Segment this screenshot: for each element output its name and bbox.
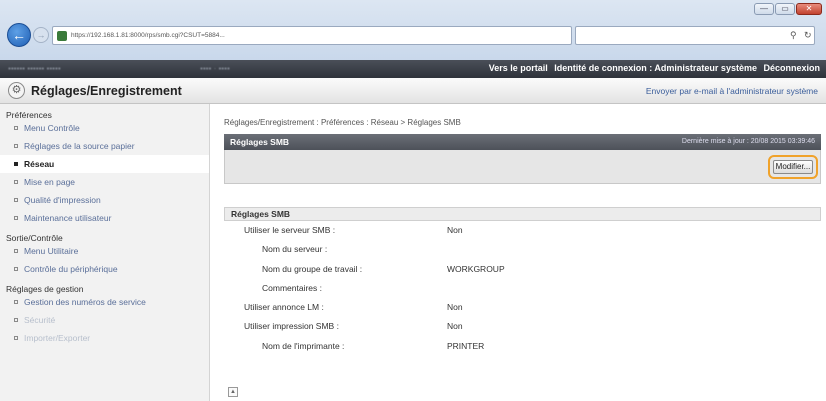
sidebar-item-label: Menu Utilitaire bbox=[24, 246, 79, 256]
sidebar-item-label: Sécurité bbox=[24, 315, 56, 325]
close-button[interactable]: ✕ bbox=[796, 3, 822, 15]
sidebar-item-label: Contrôle du périphérique bbox=[24, 264, 118, 274]
setting-value: PRINTER bbox=[447, 340, 485, 351]
bullet-icon bbox=[14, 335, 18, 340]
modify-highlight: Modifier... bbox=[768, 155, 818, 179]
setting-label: Utiliser le serveur SMB : bbox=[244, 225, 336, 235]
address-controls[interactable]: ⚲ ↻ bbox=[575, 26, 815, 45]
setting-row-printer-name: Nom de l'imprimante : PRINTER bbox=[224, 337, 821, 356]
bullet-icon bbox=[14, 317, 18, 322]
sidebar: Préférences Menu Contrôle Réglages de la… bbox=[0, 104, 210, 401]
sidebar-item-reseau[interactable]: Réseau bbox=[0, 155, 209, 173]
bullet-icon bbox=[14, 248, 18, 253]
setting-label: Nom de l'imprimante : bbox=[262, 340, 345, 351]
browser-chrome: — ▭ ✕ ← → https://192.168.1.81:8000/rps/… bbox=[0, 0, 826, 60]
maximize-button[interactable]: ▭ bbox=[775, 3, 795, 15]
sidebar-section-sortie-controle: Sortie/Contrôle bbox=[6, 233, 63, 243]
breadcrumb: Réglages/Enregistrement : Préférences : … bbox=[224, 118, 461, 127]
site-favicon-icon bbox=[57, 31, 67, 41]
sidebar-item-label: Qualité d'impression bbox=[24, 195, 101, 205]
sidebar-item-mise-en-page[interactable]: Mise en page bbox=[0, 173, 209, 191]
sidebar-item-menu-utilitaire[interactable]: Menu Utilitaire bbox=[0, 242, 209, 260]
sidebar-item-label: Mise en page bbox=[24, 177, 76, 187]
page-title: Réglages/Enregistrement bbox=[31, 84, 182, 98]
bullet-icon bbox=[14, 197, 18, 202]
sidebar-item-label: Maintenance utilisateur bbox=[24, 213, 112, 223]
bullet-icon bbox=[14, 215, 18, 220]
portal-link[interactable]: Vers le portail bbox=[489, 63, 548, 73]
section-title: Réglages SMB bbox=[224, 207, 821, 221]
setting-label: Utiliser impression SMB : bbox=[244, 321, 339, 332]
setting-row-server-name: Nom du serveur : bbox=[224, 240, 821, 259]
main-content: Réglages/Enregistrement : Préférences : … bbox=[219, 104, 821, 401]
settings-list: Utiliser le serveur SMB : Non Nom du ser… bbox=[224, 221, 821, 356]
bullet-icon bbox=[14, 266, 18, 271]
panel-header: Réglages SMB Dernière mise à jour : 20/0… bbox=[224, 134, 821, 150]
device-name-blurred: ▪▪▪▪▪▪ ▪▪▪▪▪▪ ▪▪▪▪▪ bbox=[8, 64, 61, 73]
bullet-icon bbox=[14, 125, 18, 130]
sidebar-item-securite[interactable]: Sécurité bbox=[0, 311, 209, 329]
setting-row-workgroup: Nom du groupe de travail : WORKGROUP bbox=[224, 260, 821, 279]
login-id-label: Identité de connexion : Administrateur s… bbox=[554, 63, 757, 73]
back-button[interactable]: ← bbox=[7, 23, 31, 47]
sidebar-item-label: Importer/Exporter bbox=[24, 333, 91, 343]
last-updated: Dernière mise à jour : 20/08 2015 03:39:… bbox=[681, 138, 815, 145]
sidebar-item-source-papier[interactable]: Réglages de la source papier bbox=[0, 137, 209, 155]
setting-row-lm-announce: Utiliser annonce LM : Non bbox=[224, 298, 821, 317]
device-location-blurred: ▪▪▪▪ · ▪▪▪▪ bbox=[200, 64, 230, 73]
refresh-icon[interactable]: ↻ bbox=[804, 30, 812, 41]
arrow-right-icon: → bbox=[36, 30, 46, 40]
sidebar-item-importer-exporter[interactable]: Importer/Exporter bbox=[0, 329, 209, 347]
setting-value: Non bbox=[447, 302, 463, 313]
forward-button[interactable]: → bbox=[33, 27, 49, 43]
window-controls: — ▭ ✕ bbox=[754, 3, 822, 15]
setting-label: Utiliser annonce LM : bbox=[244, 302, 324, 313]
gear-icon: ⚙ bbox=[8, 82, 25, 99]
page-header: ⚙ Réglages/Enregistrement Envoyer par e-… bbox=[0, 78, 826, 104]
arrow-left-icon: ← bbox=[12, 27, 26, 43]
setting-value: Non bbox=[447, 225, 463, 235]
sidebar-section-reglages-gestion: Réglages de gestion bbox=[6, 284, 84, 294]
setting-row-comments: Commentaires : bbox=[224, 279, 821, 298]
bullet-icon bbox=[14, 179, 18, 184]
bullet-icon bbox=[14, 143, 18, 148]
bullet-icon bbox=[14, 299, 18, 304]
email-admin-link[interactable]: Envoyer par e-mail à l'administrateur sy… bbox=[646, 86, 818, 96]
sidebar-item-label: Réseau bbox=[24, 159, 55, 169]
setting-row-smb-printing: Utiliser impression SMB : Non bbox=[224, 317, 821, 336]
address-url: https://192.168.1.81:8000/rps/smb.cgi?CS… bbox=[71, 32, 225, 39]
setting-label: Commentaires : bbox=[262, 282, 322, 293]
sidebar-item-maintenance[interactable]: Maintenance utilisateur bbox=[0, 209, 209, 227]
sidebar-item-menu-controle[interactable]: Menu Contrôle bbox=[0, 119, 209, 137]
sidebar-item-controle-peripherique[interactable]: Contrôle du périphérique bbox=[0, 260, 209, 278]
sidebar-item-label: Gestion des numéros de service bbox=[24, 297, 146, 307]
top-bar: ▪▪▪▪▪▪ ▪▪▪▪▪▪ ▪▪▪▪▪ ▪▪▪▪ · ▪▪▪▪ Vers le … bbox=[0, 60, 826, 78]
page-top-icon[interactable]: ▲ bbox=[228, 387, 238, 397]
setting-label: Nom du serveur : bbox=[262, 244, 328, 255]
panel-toolbar: Modifier... bbox=[224, 150, 821, 184]
sidebar-item-label: Réglages de la source papier bbox=[24, 141, 135, 151]
modify-button[interactable]: Modifier... bbox=[773, 160, 813, 174]
panel-title: Réglages SMB bbox=[230, 137, 290, 147]
bullet-icon bbox=[14, 161, 18, 166]
sidebar-item-qualite-impression[interactable]: Qualité d'impression bbox=[0, 191, 209, 209]
setting-value: WORKGROUP bbox=[447, 263, 505, 274]
sidebar-item-label: Menu Contrôle bbox=[24, 123, 80, 133]
minimize-button[interactable]: — bbox=[754, 3, 774, 15]
top-links: Vers le portail Identité de connexion : … bbox=[485, 63, 820, 73]
setting-label: Nom du groupe de travail : bbox=[262, 263, 363, 274]
sidebar-section-preferences: Préférences bbox=[6, 110, 52, 120]
sidebar-item-numeros-service[interactable]: Gestion des numéros de service bbox=[0, 293, 209, 311]
setting-row-use-smb-server: Utiliser le serveur SMB : Non bbox=[224, 221, 821, 240]
setting-value: Non bbox=[447, 321, 463, 332]
search-icon[interactable]: ⚲ bbox=[790, 30, 797, 41]
logout-link[interactable]: Déconnexion bbox=[763, 63, 820, 73]
address-bar[interactable]: https://192.168.1.81:8000/rps/smb.cgi?CS… bbox=[52, 26, 572, 45]
